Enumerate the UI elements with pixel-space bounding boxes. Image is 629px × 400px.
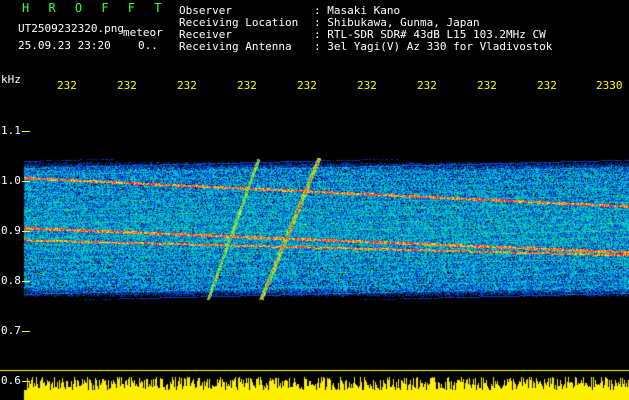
x-tick-5: 232 (297, 79, 317, 92)
y-tick-mark (22, 281, 30, 282)
x-tick-9: 232 (537, 79, 557, 92)
x-tick-6: 232 (357, 79, 377, 92)
y-tick-1-0: 1.0 (1, 174, 21, 187)
y-tick-mark (22, 331, 30, 332)
y-tick-0-9: 0.9 (1, 224, 21, 237)
antenna-value: : 3el Yagi(V) Az 330 for Vladivostok (314, 40, 553, 53)
y-tick-mark (22, 231, 30, 232)
file-name: UT2509232320.png (18, 22, 124, 35)
counter: 0.. (138, 39, 158, 52)
spectrogram-canvas (0, 0, 629, 400)
x-tick-7: 232 (417, 79, 437, 92)
x-tick-10: 2330 (596, 79, 623, 92)
y-tick-mark (22, 131, 30, 132)
x-tick-4: 232 (237, 79, 257, 92)
x-tick-3: 232 (177, 79, 197, 92)
mode-label: meteor (123, 26, 163, 39)
antenna-label: Receiving Antenna (179, 40, 292, 53)
x-tick-2: 232 (117, 79, 137, 92)
hrofft-window: H R O F F T UT2509232320.png meteor 25.0… (0, 0, 629, 400)
y-axis-unit: kHz (1, 73, 21, 86)
y-tick-0-6: 0.6 (1, 374, 21, 387)
y-tick-0-7: 0.7 (1, 324, 21, 337)
y-tick-mark (22, 381, 30, 382)
x-tick-8: 232 (477, 79, 497, 92)
y-tick-0-8: 0.8 (1, 274, 21, 287)
app-title: H R O F F T (22, 1, 168, 15)
y-tick-1-1: 1.1 (1, 124, 21, 137)
timestamp: 25.09.23 23:20 (18, 39, 111, 52)
x-tick-1: 232 (57, 79, 77, 92)
y-tick-mark (22, 181, 30, 182)
